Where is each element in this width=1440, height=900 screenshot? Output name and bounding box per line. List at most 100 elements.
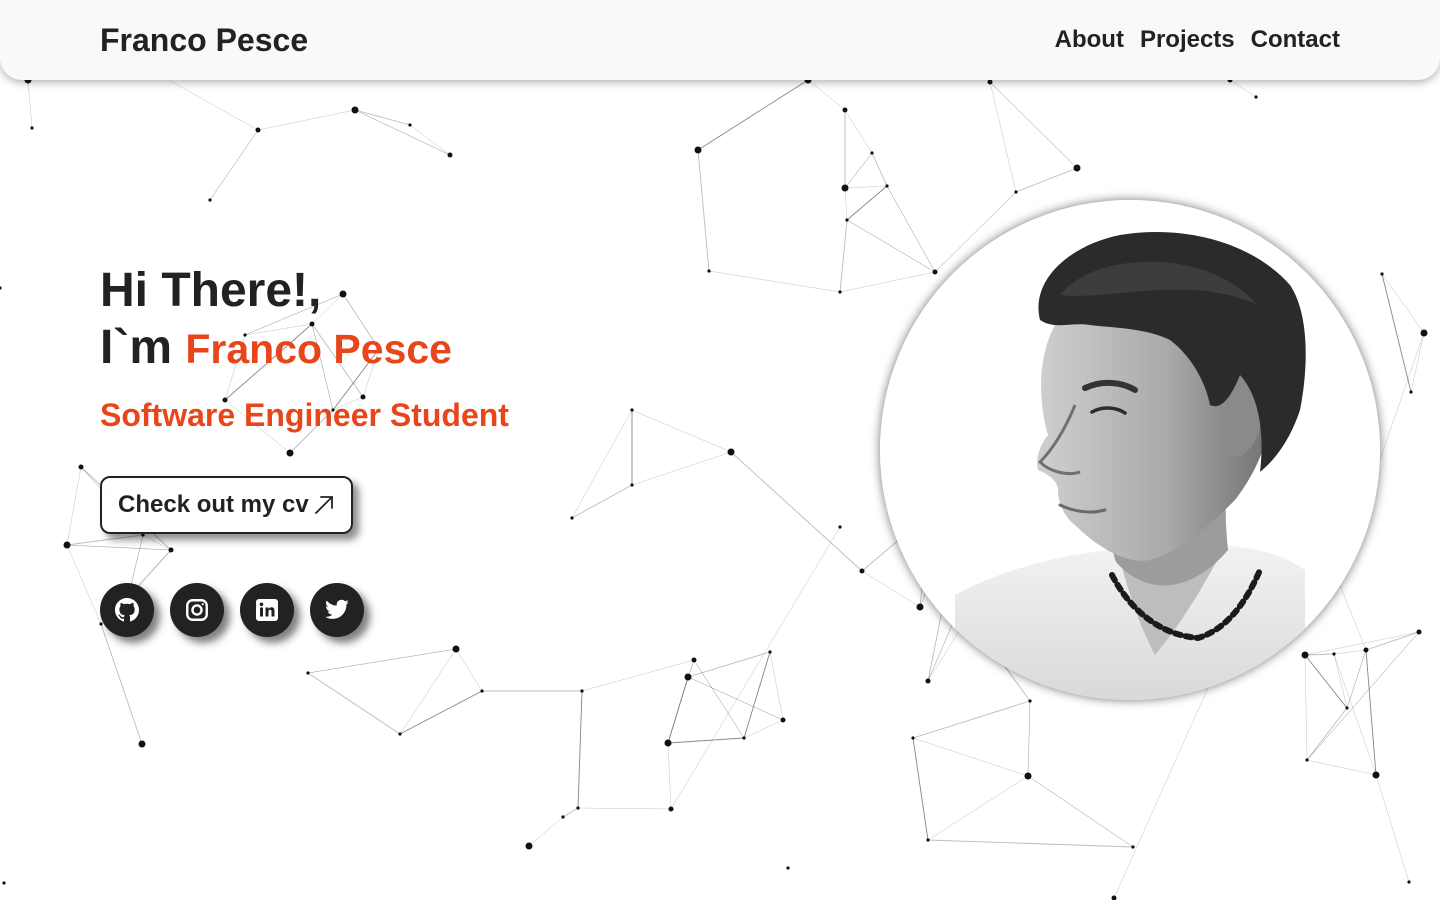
- network-node: [1073, 164, 1081, 172]
- network-edge: [528, 816, 564, 847]
- network-node: [932, 269, 938, 275]
- network-edge: [1337, 579, 1367, 651]
- network-edge: [1304, 654, 1308, 761]
- network-node: [1028, 699, 1032, 703]
- network-edge: [687, 676, 784, 721]
- greeting-prefix: I`m: [100, 321, 172, 374]
- network-node: [452, 645, 460, 653]
- network-node: [286, 449, 294, 457]
- network-node: [916, 603, 924, 611]
- network-node: [838, 525, 842, 529]
- network-edge: [769, 651, 784, 721]
- network-node: [576, 806, 580, 810]
- github-icon: [115, 598, 139, 622]
- github-button[interactable]: [100, 583, 154, 637]
- network-node: [570, 516, 574, 520]
- network-node: [780, 717, 786, 723]
- greeting-line-1: Hi There!,: [100, 264, 322, 317]
- network-node: [63, 541, 71, 549]
- network-edge: [912, 700, 1031, 739]
- network-node: [664, 739, 672, 747]
- network-node: [1380, 272, 1384, 276]
- cv-button[interactable]: Check out my cv: [100, 476, 353, 534]
- network-edge: [354, 109, 411, 126]
- network-edge: [670, 526, 841, 810]
- nav-link-projects[interactable]: Projects: [1140, 26, 1235, 54]
- network-node: [447, 152, 453, 158]
- network-node: [1301, 651, 1309, 659]
- network-edge: [455, 648, 483, 692]
- network-edge: [844, 152, 873, 189]
- network-edge: [1229, 79, 1257, 98]
- network-node: [742, 736, 746, 740]
- network-edge: [1027, 700, 1031, 777]
- network-edge: [844, 185, 888, 189]
- network-edge: [667, 659, 695, 744]
- network-node: [1332, 652, 1336, 656]
- network-node: [845, 218, 849, 222]
- network-node: [684, 673, 692, 681]
- network-edge: [1381, 273, 1425, 334]
- network-edge: [871, 152, 888, 187]
- network-node: [1111, 895, 1117, 900]
- nav-links: About Projects Contact: [1055, 26, 1340, 54]
- network-node: [925, 678, 931, 684]
- network-node: [691, 657, 697, 663]
- network-node: [668, 806, 674, 812]
- network-node: [870, 151, 874, 155]
- instagram-icon: [186, 599, 208, 621]
- instagram-button[interactable]: [170, 583, 224, 637]
- network-node: [1014, 190, 1018, 194]
- profile-photo: [880, 200, 1380, 700]
- network-edge: [743, 651, 771, 739]
- network-edge: [354, 109, 451, 156]
- network-edge: [562, 807, 579, 818]
- network-node: [841, 184, 849, 192]
- network-edge: [66, 534, 144, 546]
- network-edge: [1015, 167, 1078, 193]
- twitter-icon: [325, 599, 349, 619]
- twitter-button[interactable]: [310, 583, 364, 637]
- network-node: [255, 127, 261, 133]
- network-node: [1409, 390, 1413, 394]
- network-edge: [912, 737, 1029, 777]
- network-edge: [846, 185, 888, 221]
- network-node: [786, 866, 790, 870]
- network-edge: [1333, 653, 1377, 776]
- network-edge: [581, 659, 695, 692]
- network-node: [838, 290, 842, 294]
- network-edge: [846, 219, 936, 273]
- network-node: [1345, 706, 1349, 710]
- network-edge: [1365, 649, 1377, 776]
- network-node: [1254, 95, 1258, 99]
- network-edge: [631, 409, 732, 453]
- network-edge: [1306, 759, 1377, 776]
- network-node: [580, 689, 584, 693]
- network-node: [480, 689, 484, 693]
- network-edge: [409, 124, 451, 156]
- network-edge: [66, 466, 82, 546]
- network-edge: [1381, 273, 1412, 393]
- network-node: [0, 286, 2, 290]
- network-edge: [399, 690, 483, 735]
- network-node: [694, 146, 702, 154]
- hero-name: Franco Pesce: [185, 326, 452, 372]
- network-edge: [1410, 332, 1425, 393]
- network-edge: [667, 742, 672, 810]
- network-edge: [844, 109, 873, 154]
- network-node: [926, 838, 930, 842]
- network-edge: [844, 187, 848, 221]
- nav-link-contact[interactable]: Contact: [1251, 26, 1340, 54]
- network-edge: [27, 79, 33, 129]
- nav-link-about[interactable]: About: [1055, 26, 1124, 54]
- network-node: [630, 483, 634, 487]
- linkedin-button[interactable]: [240, 583, 294, 637]
- network-node: [859, 568, 865, 574]
- network-node: [398, 732, 402, 736]
- network-edge: [66, 544, 102, 625]
- network-edge: [708, 270, 841, 293]
- network-edge: [399, 648, 457, 735]
- network-node: [2, 881, 6, 885]
- network-edge: [1027, 775, 1134, 848]
- brand-logo-text[interactable]: Franco Pesce: [100, 21, 308, 59]
